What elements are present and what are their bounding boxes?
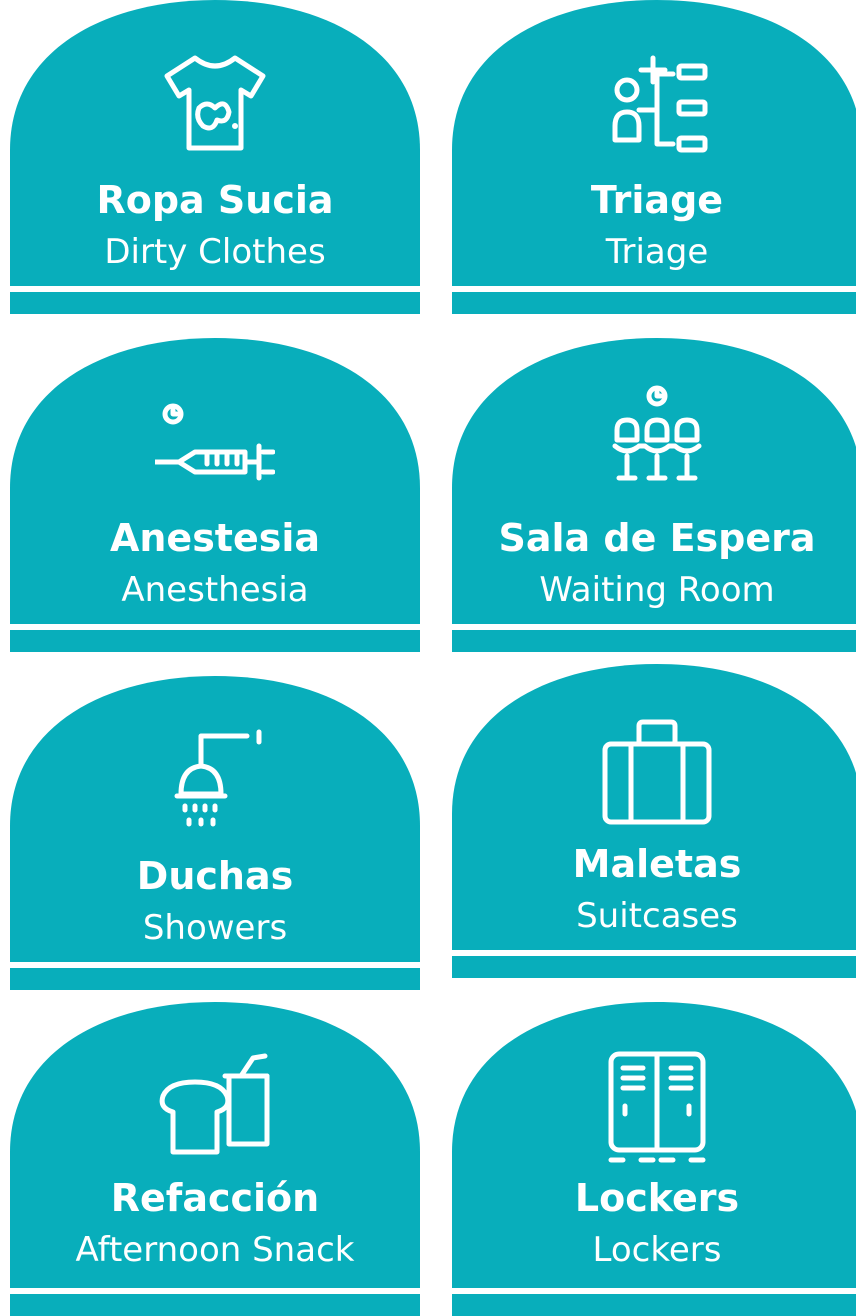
sign-showers: Duchas Showers [10,676,420,990]
sign-snack: Refacción Afternoon Snack [10,1002,420,1316]
sign-title: Lockers [574,1176,740,1220]
suitcase-icon [597,710,717,830]
sign-title: Duchas [136,854,294,898]
sign-subtitle: Suitcases [576,896,738,936]
sign-triage: Triage Triage [452,0,856,314]
syringe-icon [155,392,275,512]
triage-icon [597,40,717,160]
sign-anesthesia: Anestesia Anesthesia [10,338,420,652]
sign-subtitle: Showers [142,908,288,948]
sign-subtitle: Afternoon Snack [75,1230,355,1270]
sign-dirty-clothes: Ropa Sucia Dirty Clothes [10,0,420,314]
sign-title: Triage [590,178,724,222]
snack-icon [155,1046,275,1166]
lockers-icon [597,1046,717,1166]
sign-subtitle: Lockers [592,1230,722,1270]
sign-subtitle: Waiting Room [539,570,775,610]
sign-title: Sala de Espera [498,516,816,560]
sign-subtitle: Triage [605,232,709,272]
sign-title: Maletas [572,842,742,886]
sign-subtitle: Dirty Clothes [104,232,326,272]
sign-title: Anestesia [109,516,321,560]
sign-title: Refacción [110,1176,320,1220]
sign-suitcases: Maletas Suitcases [452,664,856,978]
sign-waiting-room: Sala de Espera Waiting Room [452,338,856,652]
shower-icon [155,718,275,838]
sign-lockers: Lockers Lockers [452,1002,856,1316]
dirty-shirt-icon [155,40,275,160]
waiting-chairs-icon [597,382,717,502]
sign-subtitle: Anesthesia [121,570,309,610]
sign-title: Ropa Sucia [96,178,334,222]
